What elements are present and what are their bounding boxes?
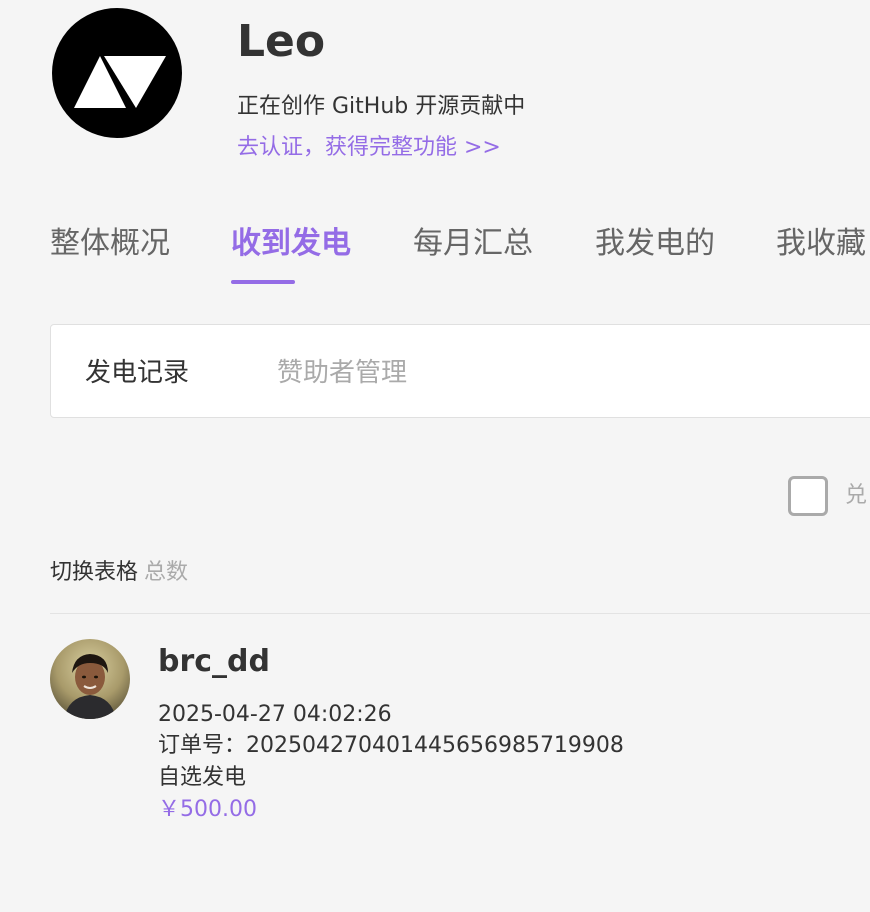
list-item: brc_dd 2025-04-27 04:02:26 订单号：202504270… (0, 614, 870, 844)
list-toolbar: 切换表格 总数 (50, 557, 188, 590)
sponsor-photo (50, 639, 130, 719)
toggle-table-button[interactable]: 切换表格 (50, 560, 138, 585)
filter-checkbox[interactable] (788, 476, 828, 516)
logo-icon (74, 56, 166, 108)
record-type: 自选发电 (158, 765, 247, 790)
tab-my-sponsored[interactable]: 我发电的 (595, 220, 715, 268)
tab-overview[interactable]: 整体概况 (50, 220, 170, 268)
main-tabs: 整体概况 收到发电 每月汇总 我发电的 我收藏 (0, 220, 870, 290)
sponsor-avatar[interactable] (50, 639, 130, 719)
record-order-number: 订单号：202504270401445656985719908 (158, 733, 624, 758)
creator-name: Leo (237, 16, 326, 67)
tab-received[interactable]: 收到发电 (231, 220, 351, 268)
tab-monthly[interactable]: 每月汇总 (413, 220, 533, 268)
subtab-sponsor-management[interactable]: 赞助者管理 (277, 355, 407, 391)
subtab-records[interactable]: 发电记录 (85, 355, 189, 391)
record-time: 2025-04-27 04:02:26 (158, 702, 392, 727)
filter-checkbox-label: 兑 (845, 483, 868, 508)
creator-bio: 正在创作 GitHub 开源贡献中 (237, 94, 526, 119)
record-amount: ￥500.00 (158, 797, 257, 822)
total-count-label: 总数 (144, 560, 189, 585)
active-tab-indicator (231, 280, 295, 284)
sponsor-name[interactable]: brc_dd (158, 642, 270, 682)
creator-avatar (52, 8, 182, 138)
subtab-card: 发电记录 赞助者管理 (50, 324, 870, 418)
verify-link[interactable]: 去认证，获得完整功能 >> (237, 133, 501, 163)
tab-favorites[interactable]: 我收藏 (776, 220, 866, 268)
